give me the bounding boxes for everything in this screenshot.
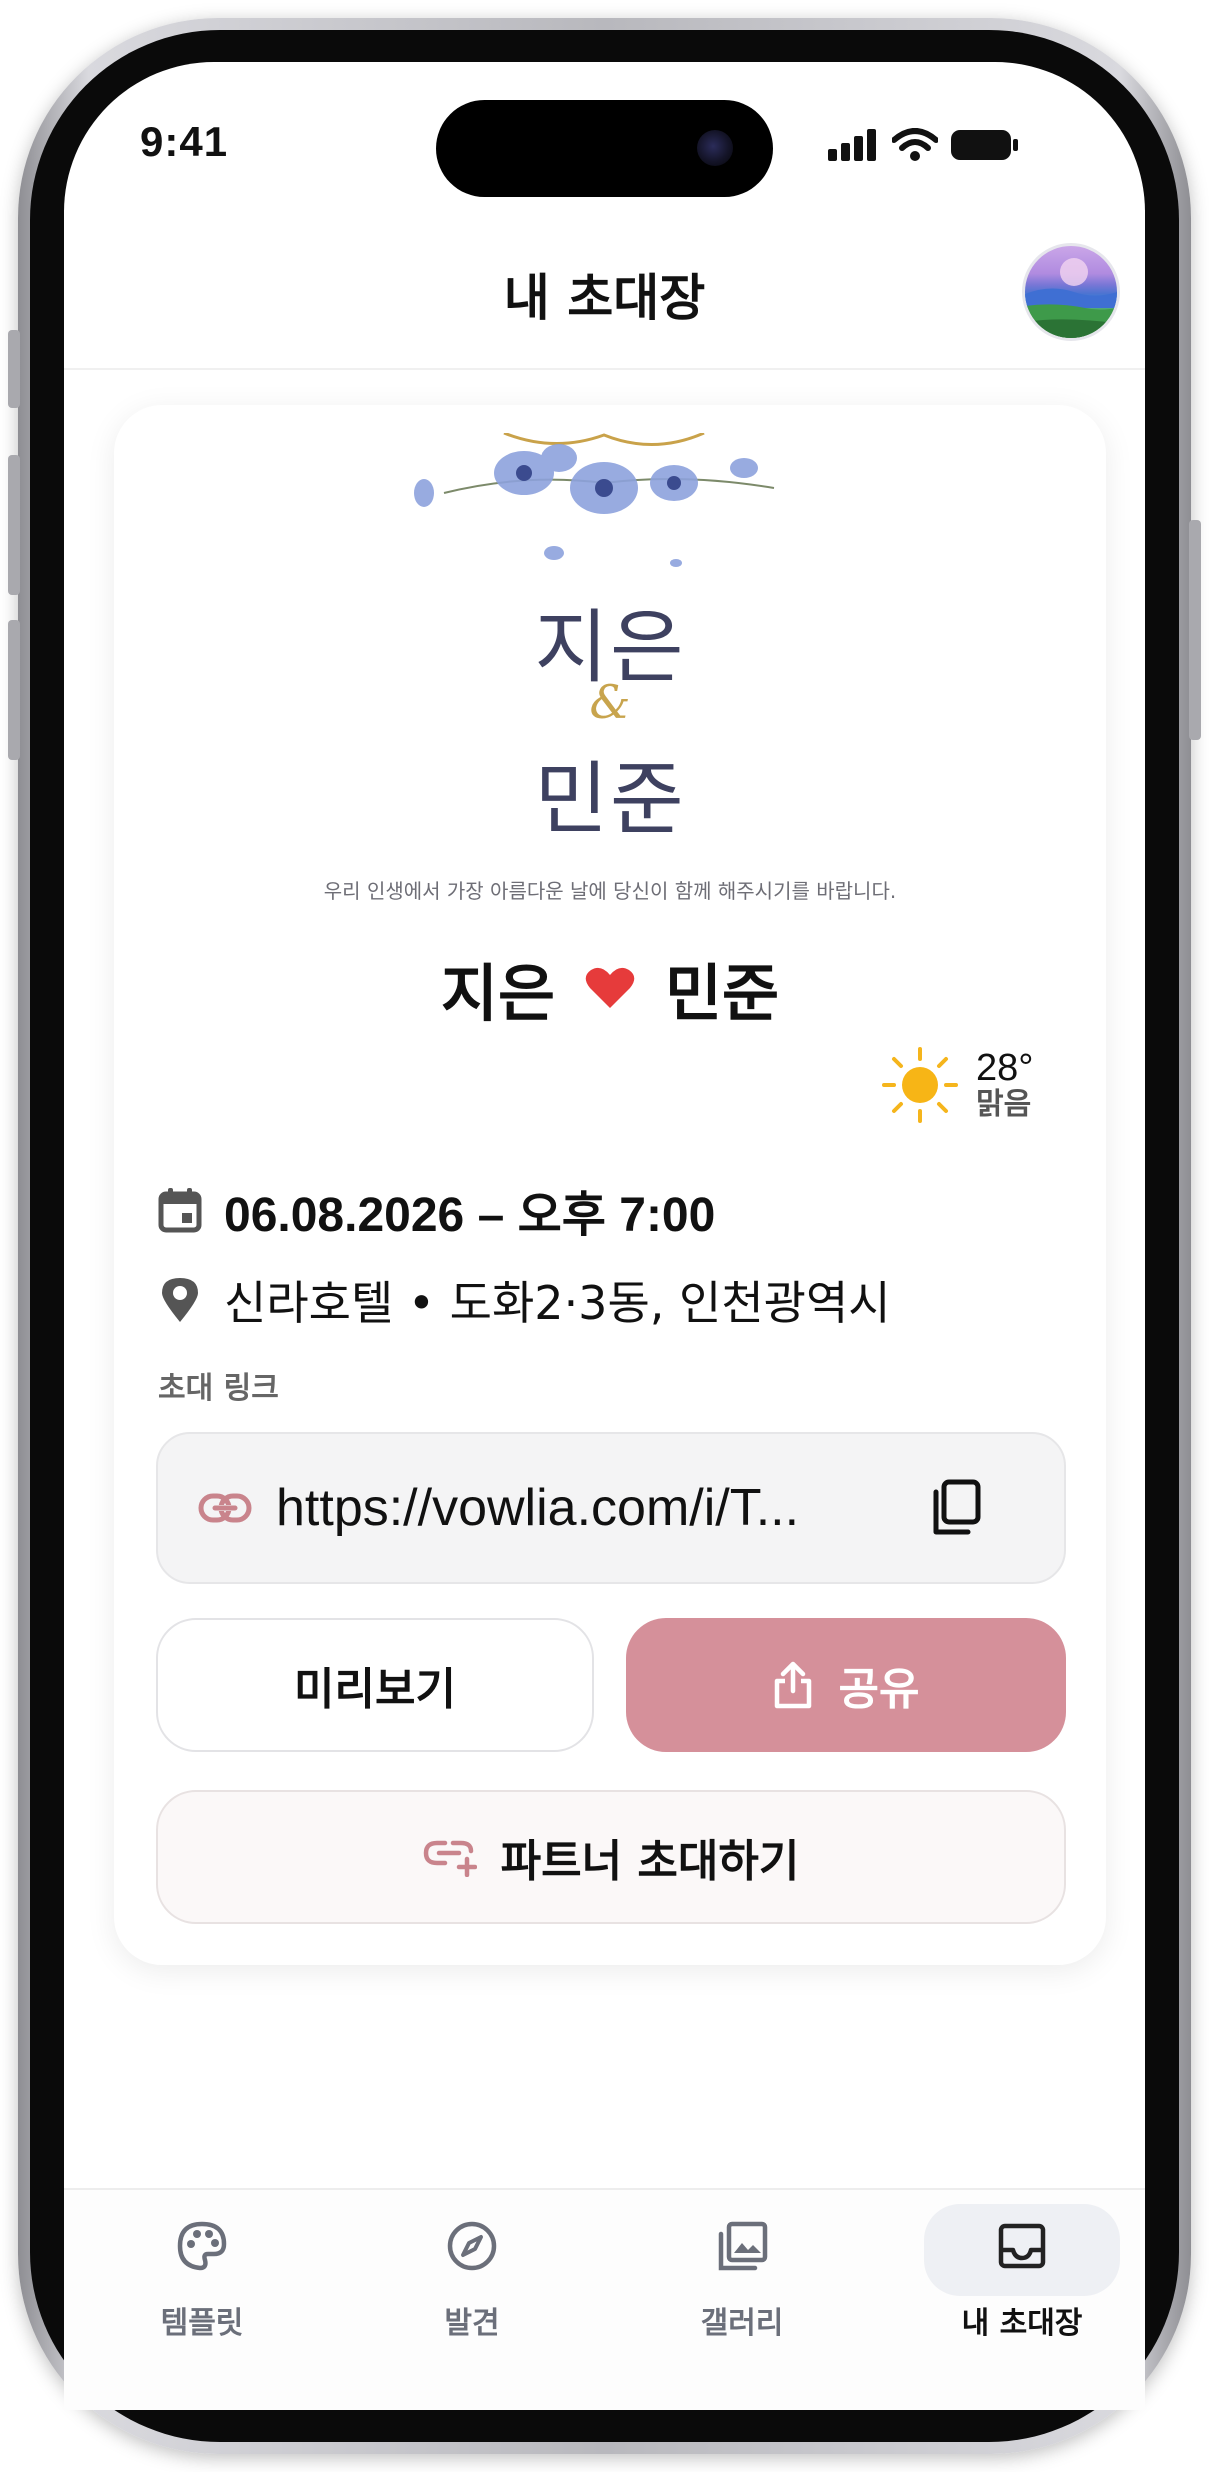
invitation-name-bottom: 민준 bbox=[534, 753, 686, 846]
floral-decoration bbox=[414, 433, 775, 567]
tab-gallery-label: 갤러리 bbox=[700, 2306, 784, 2341]
tab-gallery[interactable]: 갤러리 bbox=[644, 2204, 840, 2364]
bottom-tab-bar: 템플릿 발견 갤러리 내 초대장 bbox=[64, 2188, 1145, 2410]
preview-button-label: 미리보기 bbox=[294, 1664, 456, 1715]
invite-link-field[interactable]: https://vowlia.com/i/T... bbox=[156, 1432, 1066, 1584]
wifi-icon bbox=[892, 128, 938, 161]
avatar[interactable] bbox=[1022, 243, 1120, 341]
tab-templates[interactable]: 템플릿 bbox=[104, 2204, 300, 2364]
calendar-icon bbox=[158, 1188, 202, 1233]
weather-condition: 맑음 bbox=[976, 1087, 1032, 1123]
couple-names: 지은 민준 bbox=[114, 943, 1106, 1033]
device-side-button bbox=[8, 330, 20, 408]
invite-link-label: 초대 링크 bbox=[158, 1371, 279, 1406]
location-pin-icon bbox=[162, 1278, 198, 1322]
signal-icon bbox=[828, 129, 876, 161]
invite-link-url[interactable]: https://vowlia.com/i/T... bbox=[276, 1478, 866, 1538]
inbox-icon bbox=[998, 2223, 1046, 2269]
weather-temperature: 28° bbox=[976, 1047, 1034, 1090]
weather-widget: 28° 맑음 bbox=[882, 1047, 1033, 1123]
heart-icon bbox=[585, 967, 635, 1008]
preview-button[interactable]: 미리보기 bbox=[156, 1618, 594, 1752]
invite-partner-button[interactable]: 파트너 초대하기 bbox=[156, 1790, 1066, 1924]
sun-icon bbox=[882, 1047, 958, 1123]
copy-icon[interactable] bbox=[928, 1478, 984, 1538]
share-icon bbox=[774, 1661, 811, 1709]
tab-templates-label: 템플릿 bbox=[160, 2306, 244, 2341]
device-volume-down-button bbox=[8, 620, 20, 760]
dynamic-island bbox=[436, 100, 773, 197]
invitation-card[interactable]: 지은 & 민준 우리 인생에서 가장 아름다운 날에 당신이 함께 해주시기를 … bbox=[114, 405, 1106, 1965]
status-icons bbox=[828, 128, 1020, 162]
groom-name: 민준 bbox=[665, 957, 780, 1030]
app-header: 내 초대장 bbox=[64, 210, 1145, 370]
tab-my-invitations[interactable]: 내 초대장 bbox=[924, 2204, 1120, 2364]
share-button-label: 공유 bbox=[838, 1664, 920, 1715]
link-icon bbox=[198, 1493, 252, 1523]
invitation-greeting: 우리 인생에서 가장 아름다운 날에 당신이 함께 해주시기를 바랍니다. bbox=[323, 879, 897, 903]
link-add-icon bbox=[423, 1840, 477, 1877]
event-location-row: 신라호텔 • 도화2·3동, 인천광역시 bbox=[158, 1267, 891, 1333]
status-time: 9:41 bbox=[140, 118, 229, 165]
device-volume-up-button bbox=[8, 455, 20, 595]
tab-discover-label: 발견 bbox=[444, 2306, 500, 2341]
share-button[interactable]: 공유 bbox=[626, 1618, 1066, 1752]
page-title: 내 초대장 bbox=[503, 269, 706, 327]
front-camera bbox=[697, 130, 733, 166]
bride-name: 지은 bbox=[440, 957, 555, 1030]
compass-icon bbox=[447, 2221, 497, 2271]
event-location: 신라호텔 • 도화2·3동, 인천광역시 bbox=[224, 1276, 891, 1330]
event-datetime-row: 06.08.2026 – 오후 7:00 bbox=[158, 1175, 715, 1245]
palette-icon bbox=[177, 2221, 227, 2271]
weather-text: 28° 맑음 bbox=[976, 1047, 1034, 1123]
tab-my-invitations-label: 내 초대장 bbox=[961, 2306, 1083, 2341]
battery-icon bbox=[951, 130, 1018, 160]
tab-discover[interactable]: 발견 bbox=[374, 2204, 570, 2364]
invitation-ampersand: & bbox=[589, 675, 631, 729]
invite-partner-label: 파트너 초대하기 bbox=[500, 1836, 800, 1887]
event-datetime: 06.08.2026 – 오후 7:00 bbox=[224, 1189, 716, 1242]
device-power-button bbox=[1189, 520, 1201, 740]
gallery-icon bbox=[718, 2221, 768, 2271]
